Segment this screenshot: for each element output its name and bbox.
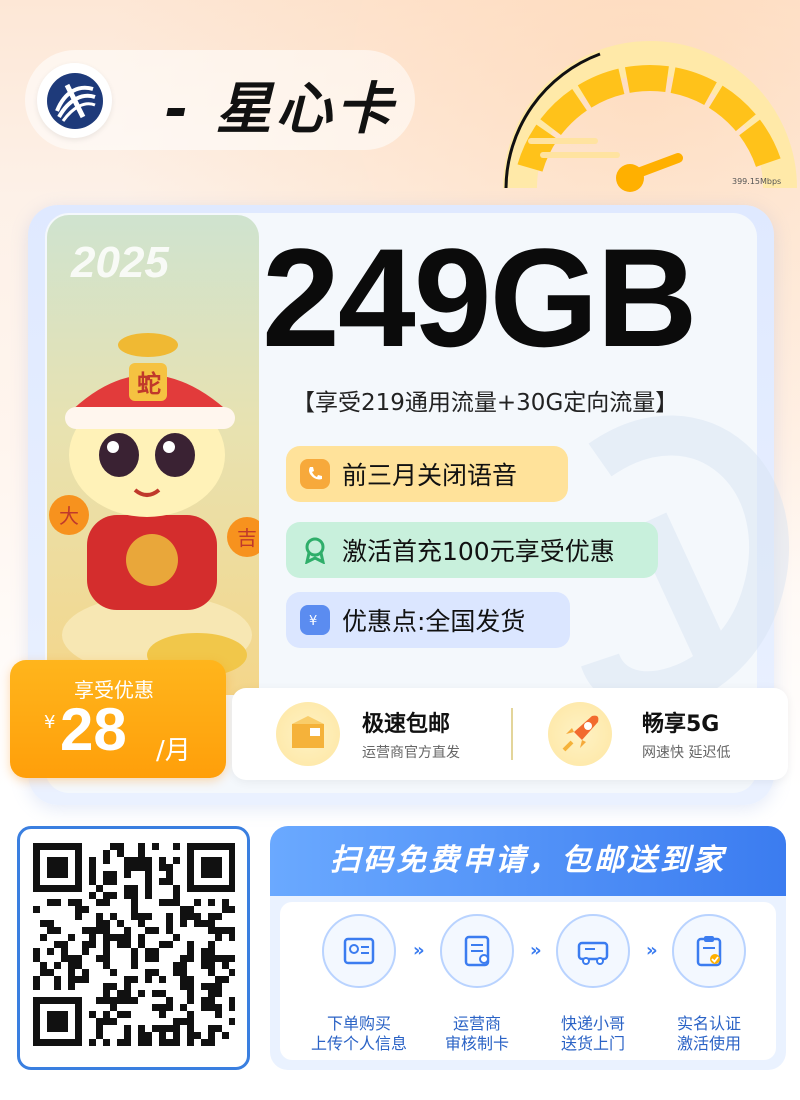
price-currency: ¥ [44, 712, 56, 733]
data-detail: 【享受219通用流量+30G定向流量】 [292, 390, 679, 416]
apply-panel: 扫码免费申请，包邮送到家 下单购买 上传个人信息 » 运营商 审核制卡 » 快递… [270, 826, 786, 1070]
step-activate-line1: 实名认证 [676, 1014, 741, 1033]
service-divider [511, 708, 513, 760]
feature-shipping-label: 优惠点:全国发货 [342, 607, 526, 636]
phone-icon [300, 459, 330, 489]
carrier-logo-icon [37, 63, 112, 138]
feature-first-topup-label: 激活首充100元享受优惠 [342, 537, 615, 566]
step-delivery: 快递小哥 送货上门 [538, 914, 648, 1054]
snake-mascot-icon: 2025 蛇 大 吉 [49, 238, 259, 677]
step-review-line2: 审核制卡 [444, 1034, 509, 1053]
brand-title: - 星心卡 [165, 77, 396, 142]
service-shipping-title: 极速包邮 [362, 712, 451, 737]
price-amount: 28 [60, 696, 127, 763]
mascot-right-char: 吉 [237, 526, 257, 550]
price-tag: 享受优惠 ¥ 28 /月 [10, 660, 226, 778]
service-shipping-desc: 运营商官方直发 [362, 745, 460, 761]
speedometer-icon: 399.15Mbps [503, 41, 797, 192]
mascot-hat-char: 蛇 [137, 370, 161, 398]
speed-label: 399.15Mbps [732, 177, 781, 186]
feature-first-topup: 激活首充100元享受优惠 [286, 522, 658, 578]
step-order-line1: 下单购买 [326, 1014, 391, 1033]
step-delivery-line2: 送货上门 [560, 1034, 625, 1053]
truck-icon [556, 914, 630, 988]
step-activate-line2: 激活使用 [676, 1034, 741, 1053]
feature-shipping: ¥ 优惠点:全国发货 [286, 592, 570, 648]
step-order: 下单购买 上传个人信息 [304, 914, 414, 1054]
qr-code-frame[interactable] [17, 826, 250, 1070]
svg-text:¥: ¥ [309, 614, 317, 629]
qr-code-icon[interactable] [33, 843, 235, 1055]
feature-voice-off: 前三月关闭语音 [286, 446, 568, 502]
mascot-panel: 2025 蛇 大 吉 [47, 215, 259, 695]
coupon-icon: ¥ [300, 605, 330, 635]
mascot-year: 2025 [70, 238, 169, 287]
feature-voice-off-label: 前三月关闭语音 [342, 461, 518, 490]
apply-heading: 扫码免费申请，包邮送到家 [270, 826, 786, 896]
brand-header: - 星心卡 [25, 50, 415, 150]
step-review: 运营商 审核制卡 [422, 914, 532, 1054]
rocket-icon [548, 702, 612, 766]
badge-icon [300, 535, 330, 565]
id-card-icon [322, 914, 396, 988]
step-activate: 实名认证 激活使用 [654, 914, 764, 1054]
service-5g-title: 畅享5G [642, 712, 720, 737]
data-total: 249GB [262, 219, 698, 376]
step-review-line1: 运营商 [452, 1014, 501, 1033]
clipboard-check-icon [672, 914, 746, 988]
mascot-left-char: 大 [59, 504, 79, 528]
box-icon [276, 702, 340, 766]
service-bar: 极速包邮 运营商官方直发 畅享5G 网速快 延迟低 [232, 688, 788, 780]
step-order-line2: 上传个人信息 [310, 1034, 407, 1053]
step-delivery-line1: 快递小哥 [560, 1014, 625, 1033]
price-unit: /月 [156, 736, 191, 766]
service-5g-desc: 网速快 延迟低 [642, 745, 731, 761]
document-icon [440, 914, 514, 988]
